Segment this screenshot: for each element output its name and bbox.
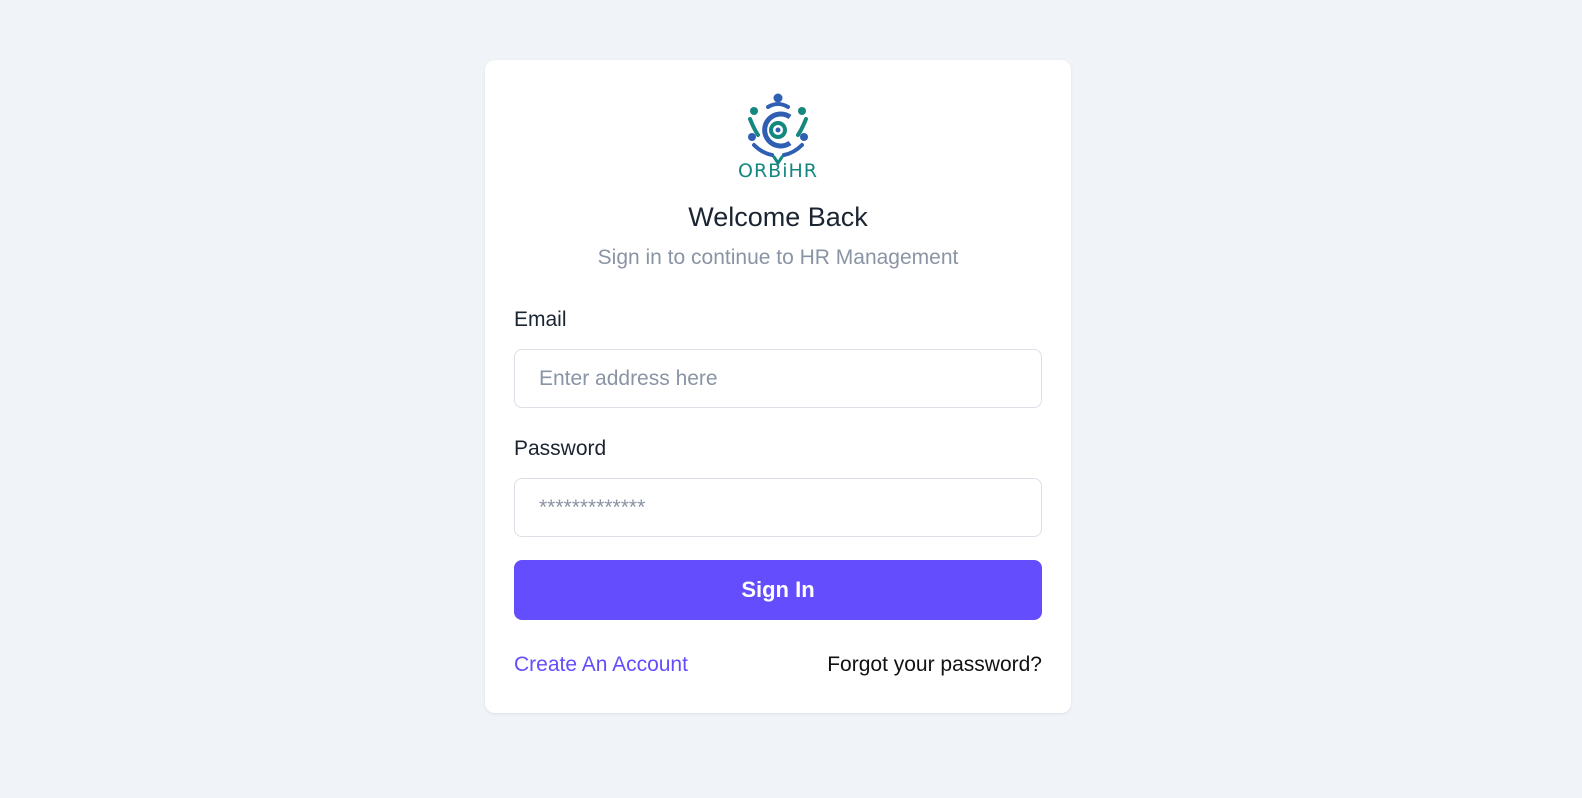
password-field[interactable] [514, 478, 1042, 537]
email-field[interactable] [514, 349, 1042, 408]
sign-in-button[interactable]: Sign In [514, 560, 1042, 620]
forgot-password-link[interactable]: Forgot your password? [827, 653, 1042, 677]
login-card: ORBiHR Welcome Back Sign in to continue … [485, 60, 1071, 713]
orbihr-logo: ORBiHR [728, 91, 828, 179]
people-circle-logo-icon: ORBiHR [738, 93, 818, 179]
logo-wordmark: ORBiHR [738, 160, 818, 179]
create-account-link[interactable]: Create An Account [514, 653, 688, 677]
email-label: Email [514, 308, 567, 331]
page-title: Welcome Back [688, 202, 868, 232]
page-subtitle: Sign in to continue to HR Management [597, 246, 959, 269]
password-label: Password [514, 437, 607, 460]
